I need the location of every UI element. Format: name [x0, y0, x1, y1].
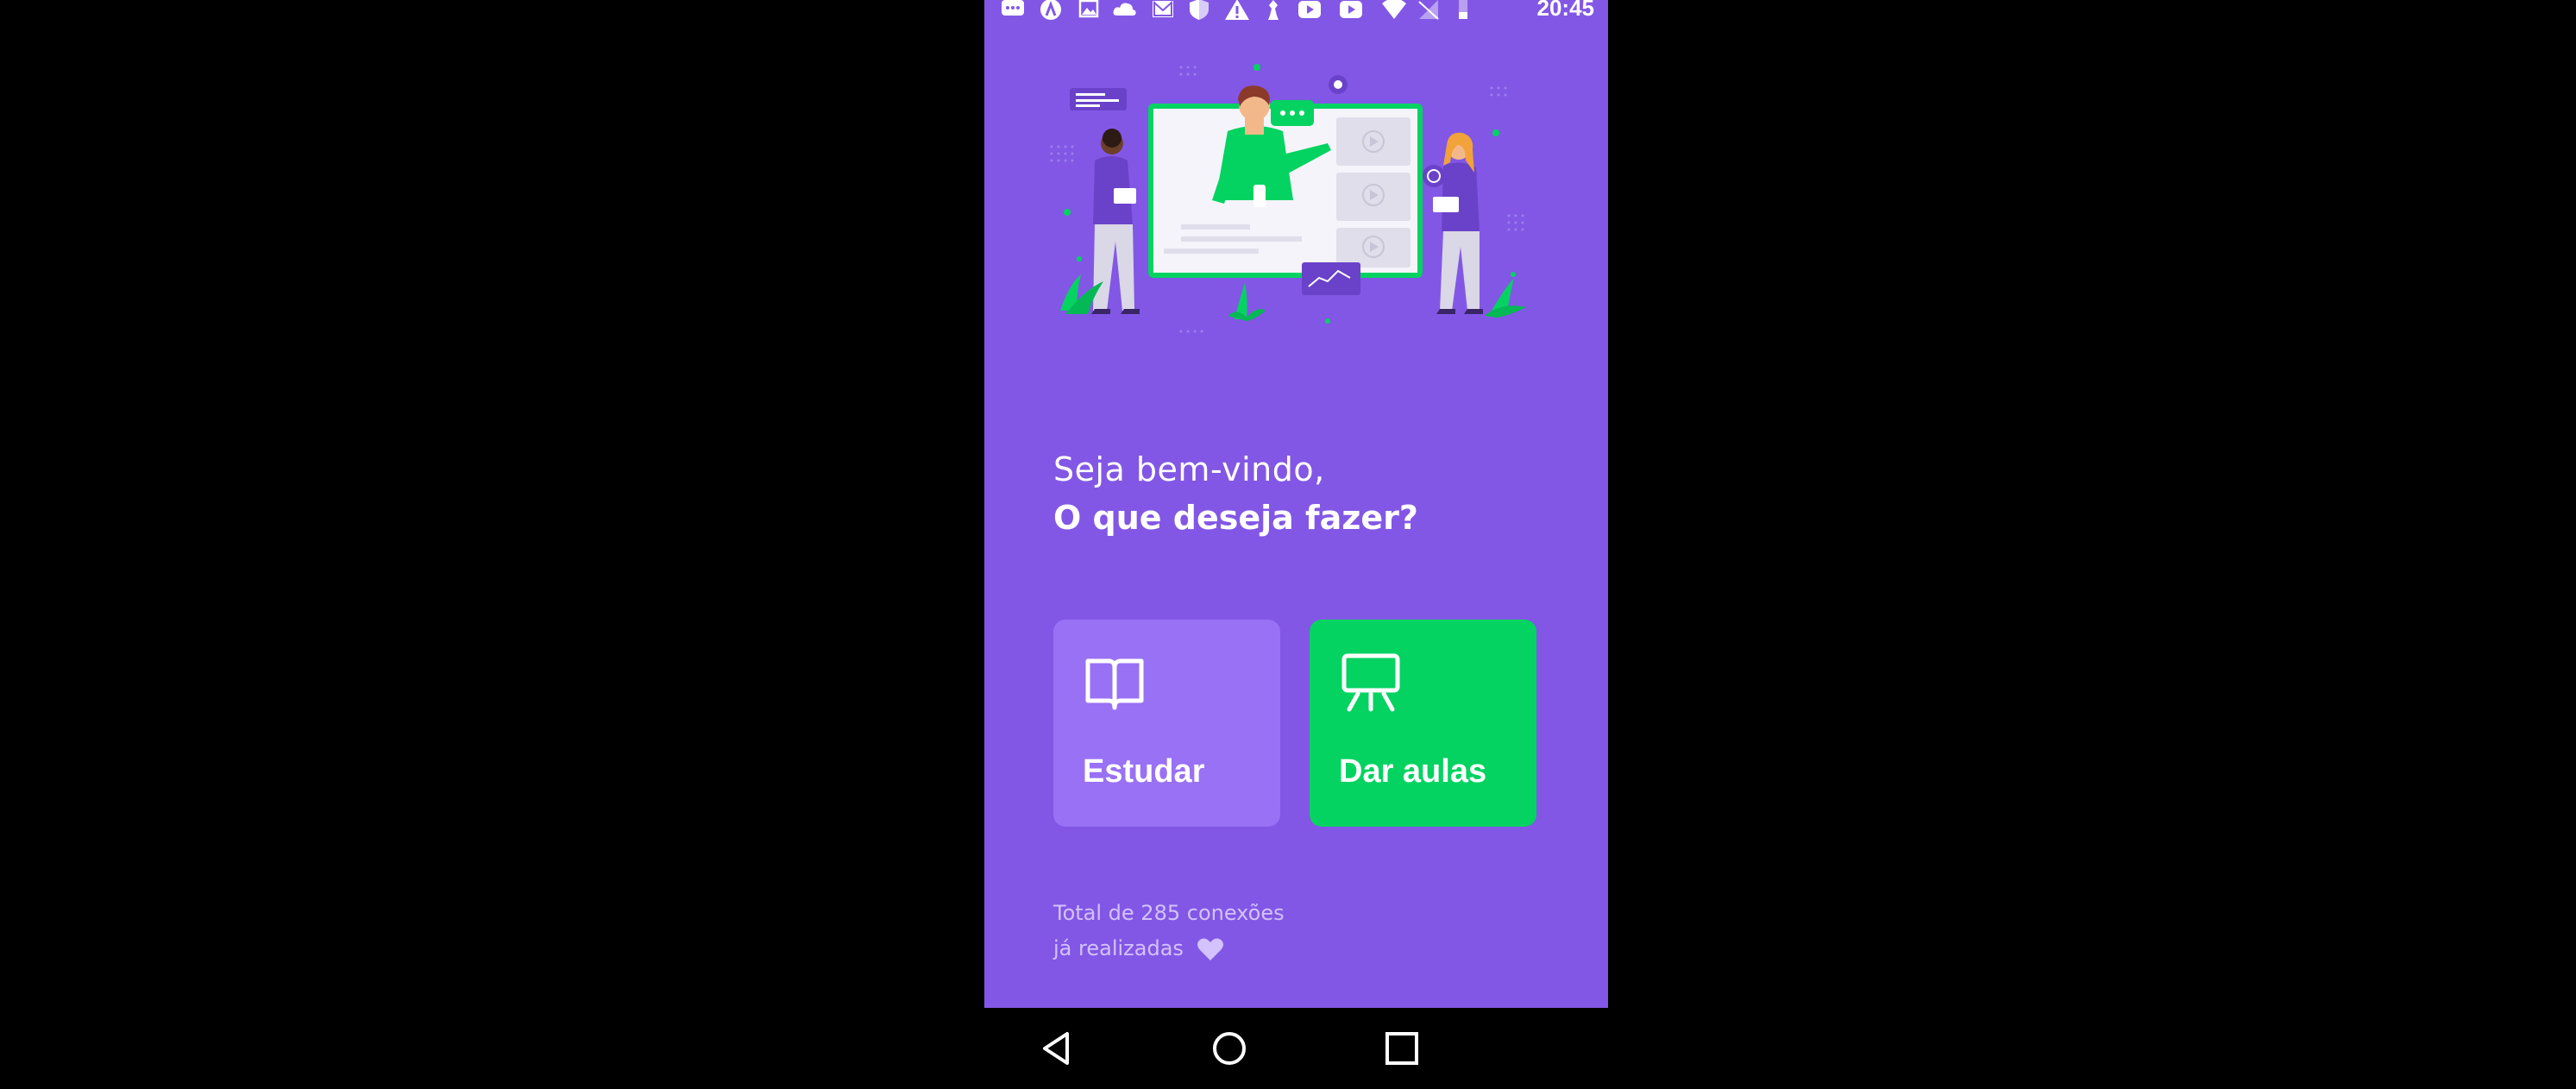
presentation-icon — [1341, 653, 1400, 712]
battery-icon — [1459, 0, 1467, 19]
question-title: O que deseja fazer? — [1053, 499, 1418, 537]
chess-icon — [1268, 0, 1279, 20]
no-signal-icon — [1418, 0, 1439, 20]
cloud-icon — [1113, 3, 1136, 16]
youtube-icon — [1340, 1, 1362, 18]
back-icon[interactable] — [1038, 1029, 1078, 1068]
book-icon — [1085, 658, 1144, 710]
welcome-text: Seja bem-vindo, — [1053, 450, 1325, 488]
teach-label: Dar aulas — [1339, 753, 1487, 790]
recents-icon[interactable] — [1382, 1029, 1422, 1068]
teach-button[interactable]: Dar aulas — [1310, 620, 1536, 827]
heart-icon — [1197, 938, 1223, 960]
connections-line2: já realizadas — [1053, 931, 1285, 966]
connections-done-text: já realizadas — [1053, 936, 1184, 960]
image-icon — [1078, 0, 1099, 18]
study-label: Estudar — [1083, 753, 1205, 790]
hero-illustration — [1050, 64, 1526, 333]
study-button[interactable]: Estudar — [1053, 620, 1280, 827]
status-bar: 20:45 — [984, 0, 1608, 21]
home-icon[interactable] — [1209, 1029, 1249, 1068]
wifi-icon — [1382, 0, 1406, 19]
app-icon — [1040, 0, 1061, 20]
screen: 20:45 Seja bem-vindo, O que deseja fazer… — [0, 0, 2576, 1089]
status-time: 20:45 — [1536, 0, 1595, 21]
connections-count: Total de 285 conexões — [1053, 901, 1285, 925]
message-icon — [1002, 0, 1024, 16]
landing-page: 20:45 Seja bem-vindo, O que deseja fazer… — [984, 0, 1608, 1008]
shield-icon — [1190, 0, 1209, 20]
phone-screen: 20:45 Seja bem-vindo, O que deseja fazer… — [984, 0, 1608, 1089]
warning-icon — [1225, 0, 1249, 20]
youtube-icon — [1298, 1, 1321, 18]
connections-text: Total de 285 conexões já realizadas — [1053, 896, 1285, 966]
gmail-icon — [1153, 0, 1173, 17]
navigation-bar — [984, 1008, 1608, 1089]
